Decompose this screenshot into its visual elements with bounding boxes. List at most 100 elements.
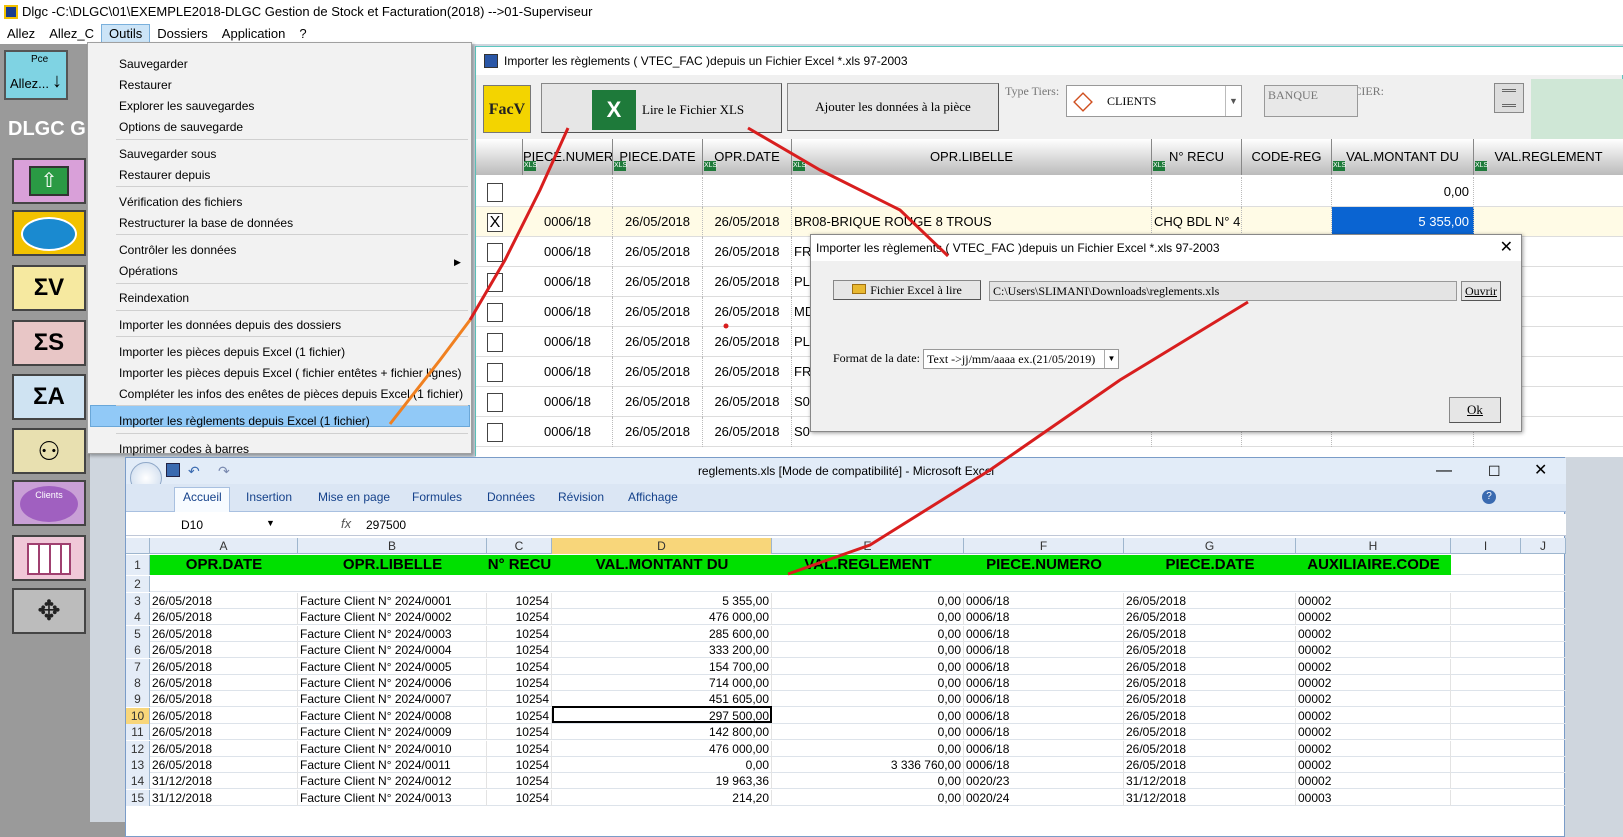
menu-item[interactable]: Importer les pièces depuis Excel (1 fich… bbox=[119, 345, 345, 359]
grid-cell-recu[interactable] bbox=[1152, 177, 1242, 207]
sheet-cell-a[interactable]: 26/05/2018 bbox=[150, 724, 298, 741]
grid-row[interactable]: X 0006/18 26/05/2018 26/05/2018 BR08-BRIQUE … bbox=[476, 207, 1623, 237]
row-number[interactable]: 9 bbox=[126, 691, 150, 708]
sheet-cell-d[interactable]: 154 700,00 bbox=[552, 658, 772, 675]
sheet-cell-h[interactable]: 00003 bbox=[1296, 789, 1451, 806]
sheet-header-cell[interactable]: PIECE.NUMERO bbox=[964, 555, 1124, 575]
sheet-cell-a[interactable]: 31/12/2018 bbox=[150, 789, 298, 806]
tab-revision[interactable]: Révision bbox=[558, 490, 604, 504]
menu-allez-c[interactable]: Allez_C bbox=[42, 24, 101, 44]
sheet-cell-d[interactable]: 5 355,00 bbox=[552, 593, 772, 609]
row-number[interactable]: 15 bbox=[126, 789, 150, 806]
chevron-down-icon[interactable]: ▼ bbox=[266, 518, 275, 528]
sheet-cell-e[interactable]: 0,00 bbox=[772, 593, 964, 609]
sheet-cell-h[interactable]: 00002 bbox=[1296, 740, 1451, 757]
column-letter[interactable]: C bbox=[487, 538, 552, 554]
sheet-cell-b[interactable]: Facture Client N° 2024/0013 bbox=[298, 789, 487, 806]
sheet-cell-e[interactable]: 0,00 bbox=[772, 740, 964, 757]
sheet-cell-f[interactable]: 0006/18 bbox=[964, 691, 1124, 708]
sheet-cell-b[interactable]: Facture Client N° 2024/0003 bbox=[298, 625, 487, 642]
col-opr-date[interactable]: OPR.DATE XLS bbox=[703, 139, 792, 175]
sheet-cell-c[interactable]: 10254 bbox=[487, 757, 552, 773]
sheet-cell-b[interactable]: Facture Client N° 2024/0008 bbox=[298, 707, 487, 724]
sheet-header-cell[interactable]: VAL.MONTANT DU bbox=[552, 555, 772, 575]
column-letter[interactable]: F bbox=[964, 538, 1124, 554]
sheet-cell-b[interactable]: Facture Client N° 2024/0010 bbox=[298, 740, 487, 757]
file-path-input[interactable]: C:\Users\SLIMANI\Downloads\reglements.xl… bbox=[989, 281, 1457, 301]
sheet-header-cell[interactable]: VAL.REGLEMENT bbox=[772, 555, 964, 575]
row-checkbox[interactable] bbox=[487, 303, 503, 322]
sheet-cell-f[interactable]: 0006/18 bbox=[964, 675, 1124, 691]
undo-icon[interactable]: ↶ bbox=[188, 458, 200, 484]
sheet-cell-h[interactable]: 00002 bbox=[1296, 724, 1451, 741]
sheet-cell-e[interactable]: 0,00 bbox=[772, 707, 964, 724]
sheet-cell-e[interactable]: 0,00 bbox=[772, 658, 964, 675]
sheet-cell-f[interactable]: 0006/18 bbox=[964, 642, 1124, 659]
sheet-cell-a[interactable]: 26/05/2018 bbox=[150, 625, 298, 642]
grid-cell-odate[interactable]: 26/05/2018 bbox=[703, 357, 792, 387]
grid-cell-odate[interactable]: 26/05/2018 bbox=[703, 237, 792, 267]
sheet-cell-a[interactable]: 26/05/2018 bbox=[150, 707, 298, 724]
sheet-header-cell[interactable]: OPR.LIBELLE bbox=[298, 555, 487, 575]
grid-cell-pdate[interactable]: 26/05/2018 bbox=[613, 207, 703, 237]
sheet-cell-d[interactable]: 333 200,00 bbox=[552, 642, 772, 659]
sheet-cell-c[interactable]: 10254 bbox=[487, 691, 552, 708]
row-checkbox[interactable] bbox=[487, 423, 503, 442]
fx-label[interactable]: fx bbox=[341, 516, 351, 531]
sheet-cell-g[interactable]: 26/05/2018 bbox=[1124, 609, 1296, 626]
grid-cell-odate[interactable]: 26/05/2018 bbox=[703, 267, 792, 297]
row-number[interactable]: 8 bbox=[126, 675, 150, 691]
read-xls-button[interactable]: X Lire le Fichier XLS bbox=[541, 83, 782, 133]
expand-icon[interactable]: ✥ bbox=[12, 588, 86, 634]
sheet-cell-g[interactable]: 26/05/2018 bbox=[1124, 642, 1296, 659]
grid-cell-numero[interactable]: 0006/18 bbox=[523, 327, 613, 357]
sheet-cell-c[interactable]: 10254 bbox=[487, 609, 552, 626]
column-letter[interactable]: A bbox=[150, 538, 298, 554]
sheet-cell-f[interactable]: 0020/23 bbox=[964, 773, 1124, 790]
menu-item[interactable]: Opérations bbox=[119, 264, 178, 278]
row-number[interactable]: 7 bbox=[126, 658, 150, 675]
grid-cell-numero[interactable]: 0006/18 bbox=[523, 207, 613, 237]
menu-item[interactable]: Reindexation bbox=[119, 291, 189, 305]
formula-input[interactable]: 297500 bbox=[366, 516, 406, 534]
col-piece-numero[interactable]: PIECE.NUMEROXLS bbox=[523, 139, 613, 175]
sheet-cell-e[interactable]: 0,00 bbox=[772, 642, 964, 659]
grid-cell-libelle[interactable]: BR08-BRIQUE ROUGE 8 TROUS bbox=[792, 207, 1152, 237]
column-letter[interactable]: H bbox=[1296, 538, 1451, 554]
ok-button[interactable]: Ok bbox=[1449, 397, 1501, 423]
row-number[interactable]: 10 bbox=[126, 707, 150, 724]
sheet-cell-d[interactable]: 714 000,00 bbox=[552, 675, 772, 691]
grid-cell-montant[interactable]: 5 355,00 bbox=[1332, 207, 1474, 237]
compte-financier-field[interactable]: BANQUE bbox=[1264, 85, 1358, 117]
sheet-cell-a[interactable]: 26/05/2018 bbox=[150, 658, 298, 675]
sheet-cell-g[interactable]: 26/05/2018 bbox=[1124, 625, 1296, 642]
menu-item[interactable]: Importer les règlements depuis Excel (1 … bbox=[119, 414, 370, 428]
sheet-cell-h[interactable]: 00002 bbox=[1296, 675, 1451, 691]
globe-icon[interactable] bbox=[12, 210, 86, 256]
row-checkbox[interactable] bbox=[487, 363, 503, 382]
sheet-cell-f[interactable]: 0006/18 bbox=[964, 609, 1124, 626]
sheet-cell-a[interactable]: 26/05/2018 bbox=[150, 740, 298, 757]
sheet-cell-g[interactable]: 31/12/2018 bbox=[1124, 789, 1296, 806]
grid-cell-montant[interactable]: 0,00 bbox=[1332, 177, 1474, 207]
grid-cell-odate[interactable]: 26/05/2018 bbox=[703, 417, 792, 447]
sheet-cell-c[interactable]: 10254 bbox=[487, 675, 552, 691]
column-letter[interactable]: D bbox=[552, 538, 772, 554]
menu-item[interactable]: Importer les pièces depuis Excel ( fichi… bbox=[119, 366, 462, 380]
tab-affichage[interactable]: Affichage bbox=[628, 490, 678, 504]
redo-icon[interactable]: ↷ bbox=[218, 458, 230, 484]
sheet-cell-e[interactable]: 0,00 bbox=[772, 724, 964, 741]
sheet-cell-d[interactable]: 476 000,00 bbox=[552, 740, 772, 757]
row-checkbox[interactable] bbox=[487, 333, 503, 352]
sheet-cell-d[interactable]: 476 000,00 bbox=[552, 609, 772, 626]
select-all-corner[interactable] bbox=[126, 538, 150, 554]
sheet-cell-g[interactable]: 31/12/2018 bbox=[1124, 773, 1296, 790]
col-code-reg[interactable]: CODE-REG bbox=[1242, 139, 1332, 175]
sheet-cell-c[interactable]: 10254 bbox=[487, 658, 552, 675]
sheet-cell-d[interactable]: 19 963,36 bbox=[552, 773, 772, 790]
menu-outils[interactable]: Outils bbox=[100, 24, 151, 44]
people-icon[interactable]: ⚇ bbox=[12, 428, 86, 474]
sheet-cell-h[interactable]: 00002 bbox=[1296, 757, 1451, 773]
sheet-cell-c[interactable]: 10254 bbox=[487, 789, 552, 806]
grid-icon[interactable] bbox=[12, 535, 86, 581]
